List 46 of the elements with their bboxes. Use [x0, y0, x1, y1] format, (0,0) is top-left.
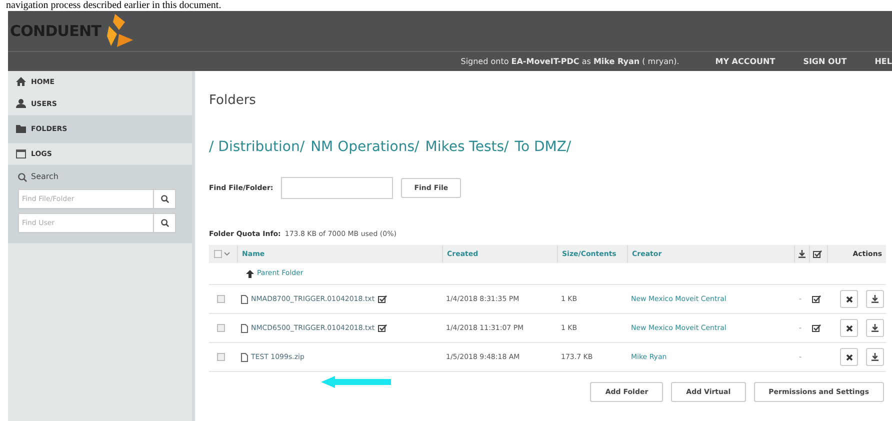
file-icon: [241, 324, 248, 332]
download-icon: [871, 295, 879, 303]
file-icon: [241, 352, 248, 362]
delete-button[interactable]: [840, 319, 858, 337]
calendar-icon: [16, 149, 26, 159]
search-icon: [18, 172, 27, 182]
search-heading: Search: [31, 171, 58, 183]
home-icon: [16, 77, 26, 87]
delete-button[interactable]: [840, 348, 858, 366]
row-checkbox[interactable]: [217, 353, 225, 361]
download-icon: [871, 324, 879, 332]
file-icon: [241, 294, 248, 304]
close-icon: [846, 354, 852, 360]
breadcrumb-link[interactable]: NM Operations/: [310, 137, 420, 157]
chevron-icon: [224, 252, 230, 256]
arrow-icon: [321, 376, 391, 388]
search-button[interactable]: [154, 189, 176, 209]
breadcrumb-link[interactable]: Mikes Tests/: [425, 137, 509, 157]
download-icon: [871, 353, 879, 361]
search-icon: [160, 195, 168, 203]
search-icon: [160, 219, 168, 227]
download-icon: [798, 250, 806, 258]
checkbox-check-icon: [813, 250, 822, 258]
signed-on-text: Signed onto EA-MoveIT-PDC as Mike Ryan ( mryan).: [460, 56, 680, 68]
download-button[interactable]: [866, 290, 884, 308]
up-arrow-icon: [246, 270, 254, 278]
folder-icon: [16, 124, 26, 134]
find-field[interactable]: [281, 177, 394, 199]
download-button[interactable]: [866, 348, 884, 366]
nav-link[interactable]: SIGN OUT: [803, 56, 847, 68]
download-button[interactable]: [866, 319, 884, 337]
page-title: Folders: [209, 92, 257, 109]
delete-button[interactable]: [840, 290, 858, 308]
document-text: navigation process described earlier in this document.: [6, 0, 222, 11]
logo-icon: [104, 14, 135, 48]
row-checkbox[interactable]: [217, 324, 225, 332]
user-icon: [16, 99, 26, 109]
nav-link[interactable]: MY ACCOUNT: [715, 56, 776, 68]
breadcrumb-link[interactable]: To DMZ/: [514, 137, 572, 157]
select-all-checkbox[interactable]: [214, 250, 222, 258]
row-checkbox[interactable]: [217, 295, 225, 303]
close-icon: [846, 324, 852, 332]
close-icon: [846, 296, 852, 302]
breadcrumb-link[interactable]: / Distribution/: [209, 137, 305, 157]
search-button[interactable]: [154, 213, 176, 233]
nav-link[interactable]: HEL: [874, 56, 892, 68]
